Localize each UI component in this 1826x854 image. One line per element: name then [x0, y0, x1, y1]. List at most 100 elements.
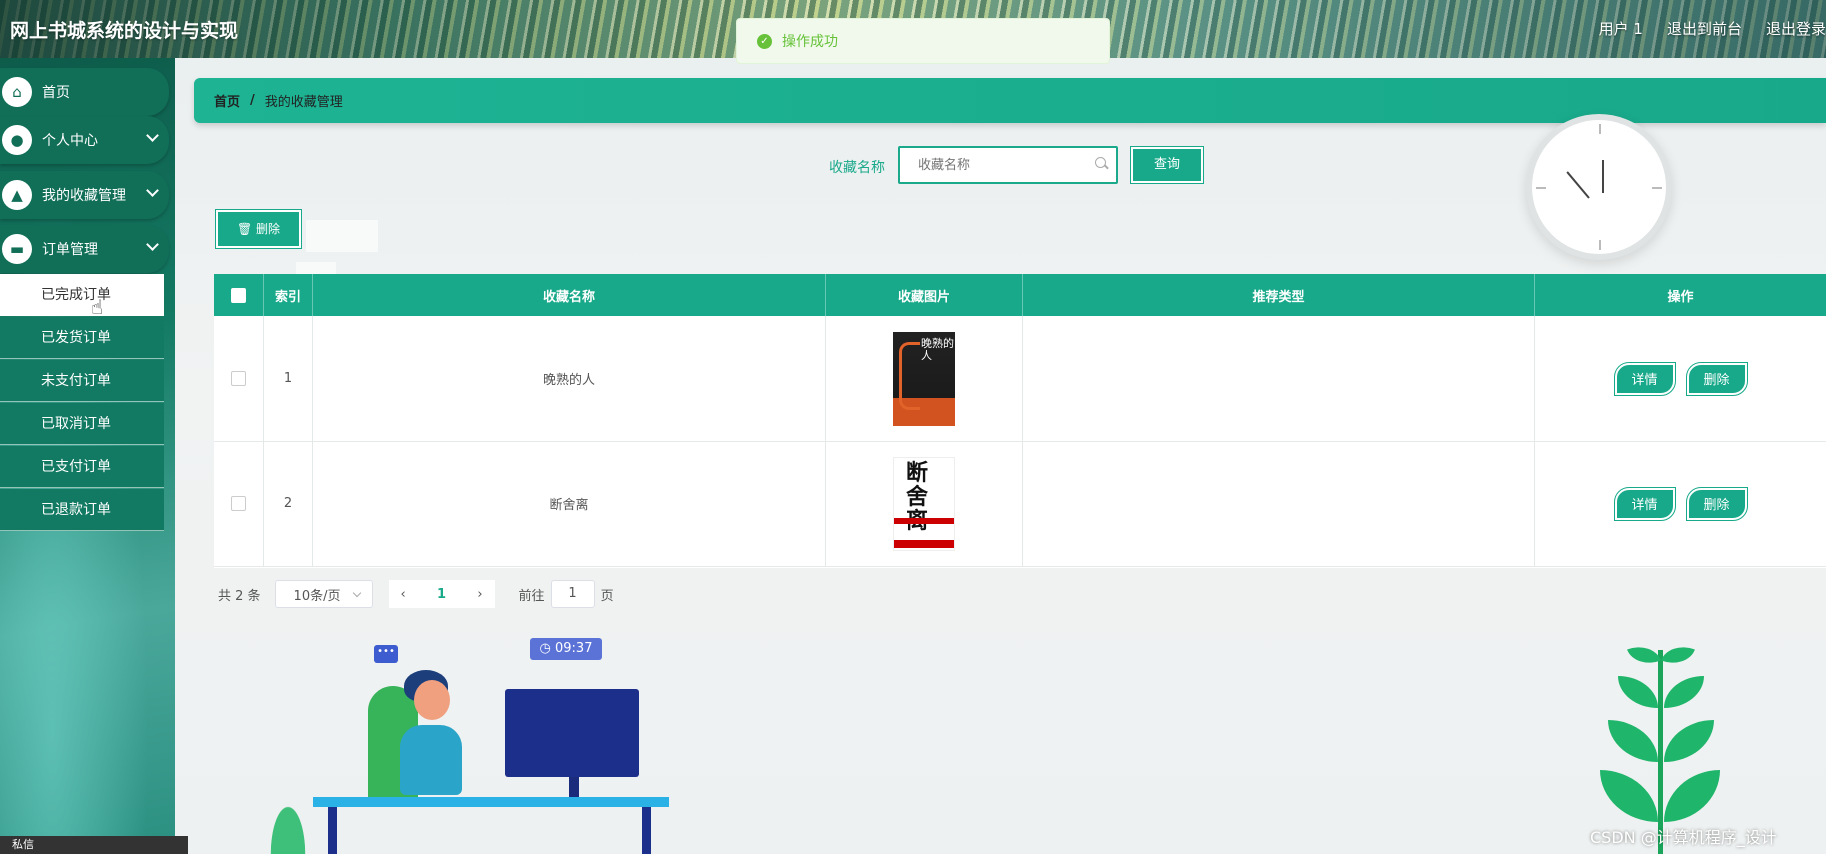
row-actions: 详情 删除 [1535, 316, 1826, 441]
query-button[interactable]: 查询 [1130, 146, 1204, 184]
watermark: CSDN @计算机程序_设计 [1590, 828, 1777, 847]
clock-minute-hand [1566, 171, 1590, 199]
select-all-cell [214, 274, 264, 316]
page-size-select[interactable]: 10条/页 [274, 580, 373, 608]
row-name: 晚熟的人 [313, 316, 826, 441]
detail-button[interactable]: 详情 [1613, 486, 1676, 521]
plant-leaf [1627, 639, 1661, 671]
book-cover-image[interactable]: 断舍离 [893, 456, 955, 551]
row-select-cell [214, 316, 264, 441]
select-all-checkbox[interactable] [231, 287, 246, 303]
exit-to-front-link[interactable]: 退出到前台 [1667, 18, 1742, 39]
table-row: 2 断舍离 断舍离 详情 删除 [214, 441, 1826, 567]
batch-delete-button[interactable]: 🗑 删除 [215, 209, 302, 249]
pagination-total: 共 2 条 [218, 588, 261, 604]
breadcrumb-home[interactable]: 首页 [214, 91, 240, 110]
goto-page-input[interactable]: 1 [550, 580, 595, 608]
row-checkbox[interactable] [231, 496, 246, 511]
desk-leg [642, 807, 651, 854]
check-circle-icon: ✓ [757, 33, 772, 49]
plant-leaf [1664, 676, 1704, 708]
batch-delete-label: 删除 [256, 222, 281, 236]
row-image-cell: 晚熟的人 [826, 316, 1023, 441]
desk-shape [313, 797, 669, 807]
sidebar-sub-paid-orders[interactable]: 已支付订单 [0, 446, 164, 488]
favorites-table: 索引 收藏名称 收藏图片 推荐类型 操作 1 晚熟的人 晚熟的人 详情 删除 2… [214, 274, 1826, 568]
clock-tick [1652, 187, 1662, 189]
table-row: 1 晚熟的人 晚熟的人 详情 删除 [214, 316, 1826, 442]
sidebar-sub-shipped-orders[interactable]: 已发货订单 [0, 317, 164, 359]
sidebar-item-label: 我的收藏管理 [42, 188, 126, 204]
cover-stripe [894, 517, 954, 524]
chevron-down-icon [146, 238, 159, 251]
row-name: 断舍离 [313, 441, 826, 566]
delete-button[interactable]: 删除 [1685, 361, 1748, 396]
cover-title: 晚熟的人 [921, 336, 954, 362]
desk-leg [328, 807, 337, 854]
search-label: 收藏名称 [829, 160, 885, 176]
clock-icon: ◷ [539, 641, 551, 656]
clock-tick [1536, 187, 1546, 189]
current-page[interactable]: 1 [437, 587, 446, 602]
row-type [1023, 316, 1535, 441]
plant-leaf [1600, 770, 1658, 822]
table-header: 索引 收藏名称 收藏图片 推荐类型 操作 [214, 274, 1826, 316]
chevron-down-icon [146, 184, 159, 197]
plant-leaf [1664, 770, 1720, 822]
ghost-placeholder [306, 220, 378, 252]
row-checkbox[interactable] [231, 371, 246, 386]
col-header-index: 索引 [264, 274, 313, 316]
user-icon: ● [2, 125, 32, 155]
sidebar-sub-refunded-orders[interactable]: 已退款订单 [0, 489, 164, 531]
sidebar-sub-unpaid-orders[interactable]: 未支付订单 [0, 360, 164, 402]
success-toast: ✓ 操作成功 [736, 18, 1110, 64]
plant-decoration [1600, 639, 1720, 854]
sidebar-item-home[interactable]: ⌂ 首页 [0, 68, 169, 116]
sidebar-item-personal-center[interactable]: ● 个人中心 [0, 116, 169, 164]
pagination: 共 2 条 10条/页 ‹ 1 › 前往 1 页 [218, 580, 614, 608]
clock-tick [1599, 240, 1601, 250]
breadcrumb-current: 我的收藏管理 [264, 95, 343, 110]
detail-button[interactable]: 详情 [1613, 361, 1676, 396]
header-links: 用户 1 退出到前台 退出登录 [1575, 18, 1826, 39]
sidebar-sub-completed-orders[interactable]: 已完成订单 [0, 274, 164, 316]
search-input[interactable] [916, 148, 1090, 182]
sidebar-sub-cancelled-orders[interactable]: 已取消订单 [0, 403, 164, 445]
prev-page-icon[interactable]: ‹ [401, 587, 406, 602]
ghost-placeholder [296, 262, 336, 274]
sidebar-item-orders[interactable]: ▬ 订单管理 [0, 225, 169, 273]
sidebar-item-favorites[interactable]: ▲ 我的收藏管理 [0, 171, 169, 219]
row-type [1023, 441, 1535, 566]
plant-leaf [1661, 639, 1695, 671]
bottom-chat-strip[interactable]: 私信 [0, 836, 188, 854]
plant-decoration [258, 772, 318, 854]
book-cover-image[interactable]: 晚熟的人 [893, 331, 955, 426]
cover-stripe [894, 539, 954, 548]
current-user: 用户 1 [1598, 20, 1643, 38]
col-header-image: 收藏图片 [826, 274, 1023, 316]
time-badge: ◷ 09:37 [530, 638, 602, 660]
home-icon: ⌂ [2, 77, 32, 107]
col-header-actions: 操作 [1667, 289, 1694, 305]
row-image-cell: 断舍离 [826, 441, 1023, 566]
search-field[interactable] [898, 146, 1118, 184]
delete-button[interactable]: 删除 [1685, 486, 1748, 521]
next-page-icon[interactable]: › [477, 587, 482, 602]
person-head [414, 680, 450, 720]
trash-icon: 🗑 [236, 222, 253, 236]
clock-tick [1599, 124, 1601, 134]
row-index: 2 [264, 441, 313, 566]
site-title: 网上书城系统的设计与实现 [10, 20, 239, 42]
goto-label: 前往 [518, 588, 545, 604]
monitor-shape [505, 689, 639, 777]
page-nav: ‹ 1 › [388, 580, 495, 608]
time-value: 09:37 [555, 641, 593, 656]
row-actions: 详情 删除 [1535, 441, 1826, 566]
page-suffix: 页 [600, 588, 614, 604]
toast-message: 操作成功 [782, 34, 838, 50]
clock-decoration [1526, 114, 1672, 260]
hand-cursor-icon: ☝ [91, 295, 104, 319]
cover-graphic [899, 341, 920, 410]
logout-link[interactable]: 退出登录 [1766, 18, 1826, 39]
sidebar-item-label: 个人中心 [42, 133, 98, 149]
